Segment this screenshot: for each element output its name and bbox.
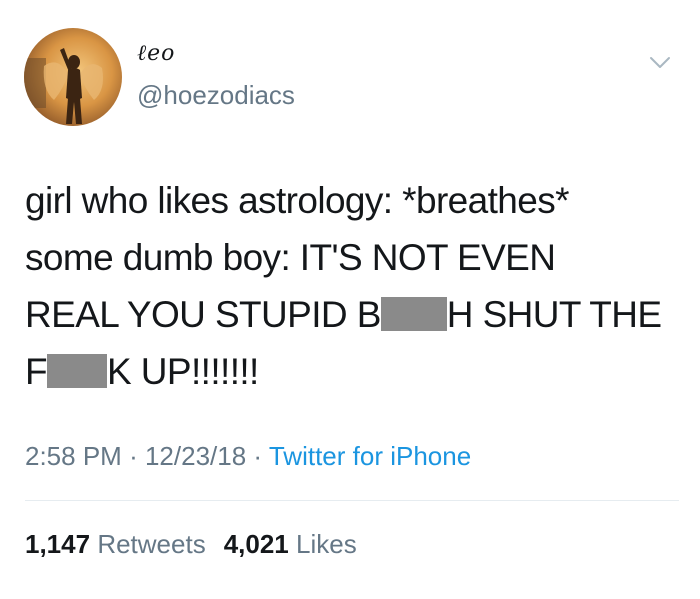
tweet-text: girl who likes astrology: *breathes* som… [25, 172, 685, 400]
chevron-down-icon[interactable] [648, 50, 672, 74]
meta-separator: · [129, 441, 138, 471]
tweet-line: F K UP!!!!!!! [25, 343, 685, 400]
tweet-metadata: 2:58 PM · 12/23/18 · Twitter for iPhone [25, 441, 471, 472]
censor-bar [380, 297, 447, 331]
tweet-card: ℓeo @hoezodiacs girl who likes astrology… [0, 0, 700, 599]
retweets-label: Retweets [97, 529, 206, 559]
author-display-name[interactable]: ℓeo [137, 40, 175, 66]
tweet-date[interactable]: 12/23/18 [145, 441, 246, 471]
tweet-text-segment: K UP!!!!!!! [107, 351, 259, 392]
tweet-line: REAL YOU STUPID B H SHUT THE [25, 286, 685, 343]
likes-label: Likes [296, 529, 357, 559]
tweet-text-segment: girl who likes astrology: *breathes* [25, 180, 570, 221]
likes-count: 4,021 [223, 529, 289, 559]
avatar[interactable] [24, 28, 122, 126]
meta-separator: · [253, 441, 263, 471]
retweets-count: 1,147 [25, 529, 91, 559]
tweet-time[interactable]: 2:58 PM [25, 441, 122, 471]
tweet-line: girl who likes astrology: *breathes* [25, 172, 685, 229]
tweet-line: some dumb boy: IT'S NOT EVEN [25, 229, 685, 286]
avatar-photo-icon [24, 48, 103, 124]
tweet-text-segment: F [25, 351, 48, 392]
divider [25, 500, 679, 501]
author-handle[interactable]: @hoezodiacs [137, 80, 295, 111]
tweet-source-link[interactable]: Twitter for iPhone [269, 441, 471, 471]
tweet-stats: 1,147 Retweets 4,021 Likes [25, 529, 357, 560]
likes-stat[interactable]: 4,021 Likes [224, 529, 357, 559]
tweet-text-segment: REAL YOU STUPID B [25, 294, 381, 335]
censor-bar [47, 354, 108, 388]
retweets-stat[interactable]: 1,147 Retweets [25, 529, 206, 559]
tweet-text-segment: some dumb boy: IT'S NOT EVEN [25, 237, 556, 278]
tweet-text-segment: H SHUT THE [446, 294, 662, 335]
